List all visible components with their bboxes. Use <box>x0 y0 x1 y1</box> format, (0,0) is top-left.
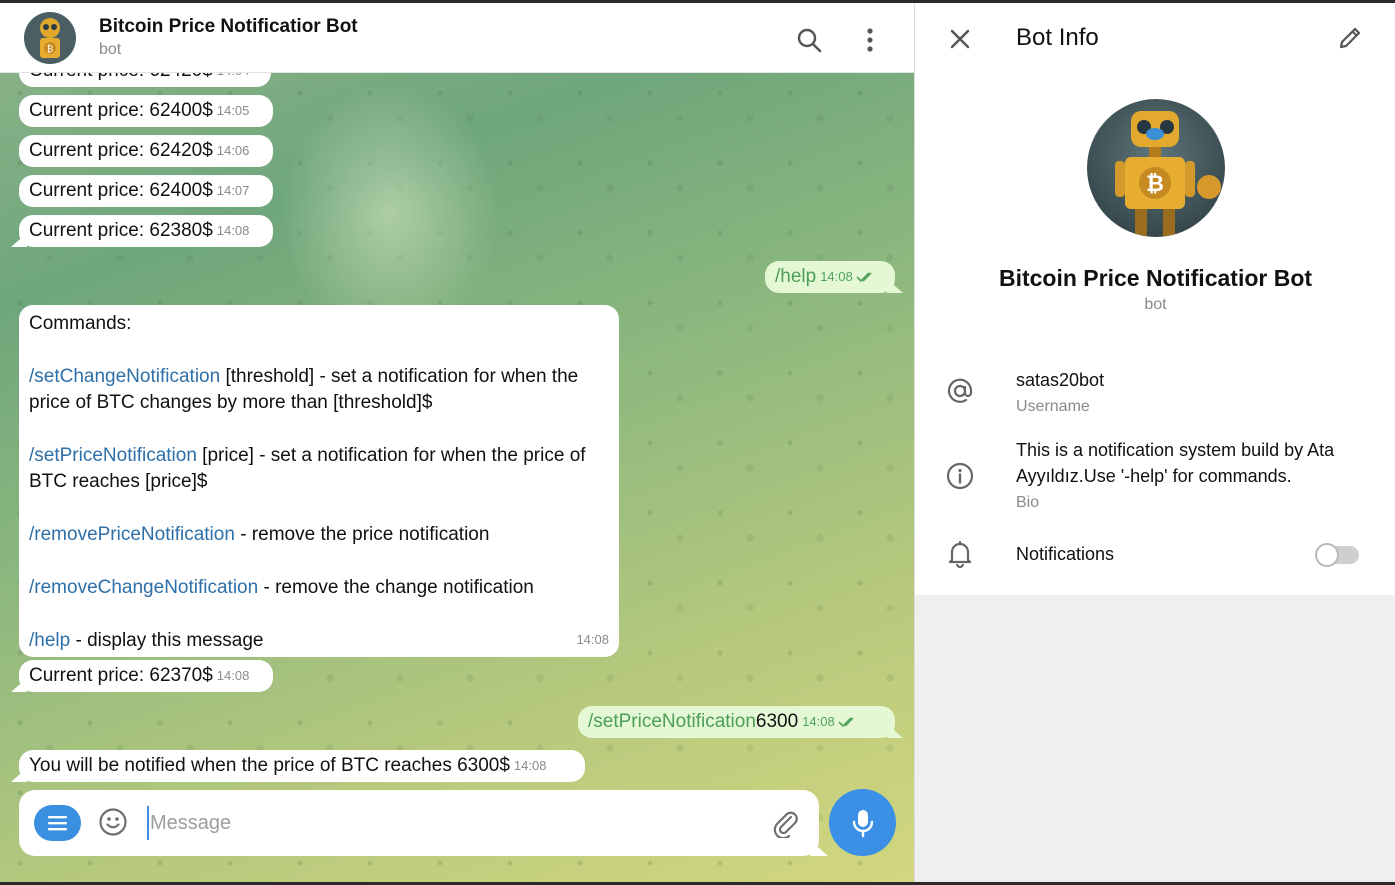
double-check-icon <box>838 717 854 728</box>
message-time: 14:06 <box>216 143 250 159</box>
command-link[interactable]: /setPriceNotification <box>588 709 756 735</box>
more-vertical-icon[interactable] <box>860 27 880 53</box>
command-link[interactable]: /removeChangeNotification <box>29 577 258 598</box>
command-description: - remove the change notification <box>258 577 534 598</box>
double-check-icon <box>856 272 872 283</box>
username-label: Username <box>1016 398 1090 415</box>
username-value[interactable]: satas20bot <box>1016 367 1104 393</box>
bot-info-card: Bot Info ₿ Bitcoin Price Notificatior Bo… <box>915 3 1395 595</box>
bell-icon <box>948 540 972 569</box>
chat-header[interactable]: ₿ Bitcoin Price Notificatior Bot bot <box>0 3 914 73</box>
close-icon[interactable] <box>948 27 972 51</box>
message-bubble[interactable]: Current price: 62370$ 14:08 <box>19 660 273 692</box>
notifications-toggle[interactable] <box>1315 543 1359 567</box>
message-text: Current price: 62370$ <box>29 665 213 687</box>
message-composer <box>19 790 819 856</box>
message-time: 14:08 <box>802 714 835 730</box>
robot-avatar-image: ₿ <box>1087 99 1225 237</box>
notifications-label[interactable]: Notifications <box>1016 541 1114 567</box>
command-link[interactable]: /setChangeNotification <box>29 366 220 387</box>
microphone-icon <box>852 809 873 837</box>
message-text: 6300 <box>755 711 799 733</box>
command-link[interactable]: /help <box>775 264 816 290</box>
message-bubble[interactable]: You will be notified when the price of B… <box>19 750 585 782</box>
bot-menu-button[interactable] <box>34 805 81 841</box>
message-text: You will be notified when the price of B… <box>29 755 510 777</box>
bot-info-panel: Bot Info ₿ Bitcoin Price Notificatior Bo… <box>914 3 1395 882</box>
emoji-icon[interactable] <box>98 807 128 837</box>
help-message-bubble[interactable]: Commands: /setChangeNotification [thresh… <box>19 305 619 657</box>
message-time: 14:08 <box>820 269 853 285</box>
message-time: 14:08 <box>216 223 250 239</box>
message-input[interactable] <box>147 806 747 840</box>
outgoing-message-bubble[interactable]: /help 14:08 <box>765 261 895 293</box>
message-time: 14:08 <box>513 758 547 774</box>
attach-icon[interactable] <box>771 808 799 838</box>
outgoing-message-bubble[interactable]: /setPriceNotification 6300 14:08 <box>578 706 895 738</box>
help-heading: Commands: <box>29 313 132 334</box>
message-bubble[interactable]: Current price: 62420$ 14:06 <box>19 135 273 167</box>
chat-title[interactable]: Bitcoin Price Notificatior Bot <box>99 16 358 38</box>
search-icon[interactable] <box>796 27 822 53</box>
command-link[interactable]: /help <box>29 630 70 651</box>
command-description: - remove the price notification <box>234 524 490 545</box>
message-text: Current price: 62380$ <box>29 220 213 242</box>
bot-type: bot <box>1144 296 1167 313</box>
voice-record-button[interactable] <box>829 789 896 856</box>
chat-panel: ₿ Bitcoin Price Notificatior Bot bot Cur… <box>0 3 914 882</box>
svg-text:₿: ₿ <box>47 44 54 54</box>
message-bubble[interactable]: Current price: 62400$ 14:05 <box>19 95 273 127</box>
message-list[interactable]: Current price: 62420$14:04 Current price… <box>0 55 914 793</box>
message-time: 14:08 <box>216 668 250 684</box>
message-text: Current price: 62420$ <box>29 140 213 162</box>
command-link[interactable]: /setPriceNotification <box>29 445 197 466</box>
toggle-knob <box>1315 543 1339 567</box>
command-link[interactable]: /removePriceNotification <box>29 524 235 545</box>
message-time: 14:08 <box>576 632 609 647</box>
edit-icon[interactable] <box>1337 25 1363 51</box>
message-time: 14:07 <box>216 183 250 199</box>
panel-title: Bot Info <box>1016 24 1099 51</box>
menu-icon <box>48 816 67 831</box>
message-text: Current price: 62400$ <box>29 100 213 122</box>
message-bubble[interactable]: Current price: 62380$ 14:08 <box>19 215 273 247</box>
at-icon <box>947 378 973 403</box>
bot-name: Bitcoin Price Notificatior Bot <box>998 265 1313 291</box>
message-bubble[interactable]: Current price: 62400$ 14:07 <box>19 175 273 207</box>
robot-avatar-image: ₿ <box>24 12 76 64</box>
message-time: 14:05 <box>216 103 250 119</box>
command-description: - display this message <box>70 630 264 651</box>
bot-avatar[interactable]: ₿ <box>24 12 76 64</box>
bio-label: Bio <box>1016 494 1040 511</box>
info-icon <box>946 462 974 490</box>
bot-avatar-large[interactable]: ₿ <box>1087 99 1225 237</box>
svg-text:₿: ₿ <box>1146 171 1164 196</box>
chat-subtitle: bot <box>99 41 122 58</box>
message-text: Current price: 62400$ <box>29 180 213 202</box>
bio-text[interactable]: This is a notification system build by A… <box>1016 437 1366 489</box>
